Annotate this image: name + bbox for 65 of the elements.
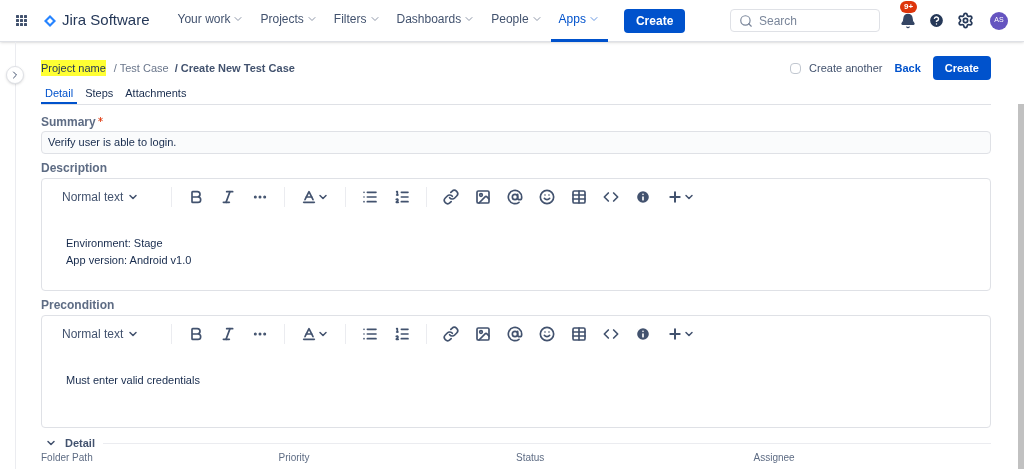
field-label: Assignee	[753, 452, 796, 464]
app-switcher-icon[interactable]	[16, 14, 28, 27]
scrollbar[interactable]	[1018, 104, 1024, 469]
nav-menu-item[interactable]: People	[483, 0, 551, 42]
create-button[interactable]: Create	[932, 56, 991, 80]
field-label: Priority	[278, 452, 311, 464]
tab[interactable]: Attachments	[121, 84, 191, 104]
insert-icon[interactable]	[667, 326, 696, 342]
project-name[interactable]: Project name	[41, 59, 106, 77]
nav-menu-item[interactable]: Apps	[550, 0, 608, 42]
text-style-dropdown[interactable]: Normal text	[62, 325, 156, 343]
rich-text-editor[interactable]: Normal text Environment: Stage App version: Android v1.0	[41, 178, 991, 291]
info-icon[interactable]	[635, 326, 652, 342]
field-label: Summary	[41, 115, 96, 129]
bullet-list-icon[interactable]	[362, 189, 379, 205]
product-name[interactable]: Jira Software	[62, 9, 150, 32]
search-field[interactable]: Search	[730, 9, 880, 32]
nav-menu-item[interactable]: Your work	[169, 0, 253, 42]
back-link[interactable]: Back	[894, 59, 921, 77]
editor-text: Environment: Stage	[66, 236, 164, 251]
nav-menu-item[interactable]: Projects	[252, 0, 326, 42]
numbered-list-icon[interactable]	[394, 189, 411, 205]
tab[interactable]: Detail	[41, 84, 78, 104]
breadcrumb-item: / Create New Test Case	[174, 60, 295, 76]
notification-icon[interactable]	[900, 12, 916, 29]
code-icon[interactable]	[603, 189, 620, 205]
editor-text: Must enter valid credentials	[66, 373, 201, 388]
link-icon[interactable]	[443, 189, 460, 205]
nav-menu-item[interactable]: Filters	[325, 0, 389, 42]
text-color-icon[interactable]	[301, 326, 330, 342]
rich-text-editor[interactable]: Normal text Must enter valid credentials	[41, 315, 991, 428]
summary-input[interactable]: Verify user is able to login.	[41, 131, 991, 154]
field-label: Precondition	[41, 297, 116, 313]
bullet-list-icon[interactable]	[362, 326, 379, 342]
text-color-icon[interactable]	[301, 189, 330, 205]
emoji-icon[interactable]	[539, 326, 556, 342]
field-label: Status	[516, 452, 546, 464]
settings-icon[interactable]	[957, 12, 974, 29]
table-icon[interactable]	[571, 189, 588, 205]
tab[interactable]: Steps	[81, 84, 118, 104]
search-icon	[739, 13, 753, 28]
emoji-icon[interactable]	[539, 189, 556, 205]
image-icon[interactable]	[475, 189, 492, 205]
text-style-dropdown[interactable]: Normal text	[62, 188, 156, 206]
logo-icon	[44, 14, 56, 27]
code-icon[interactable]	[603, 326, 620, 342]
notification-badge: 9+	[900, 0, 918, 13]
numbered-list-icon[interactable]	[394, 326, 411, 342]
help-icon[interactable]	[928, 12, 945, 29]
create-button[interactable]: Create	[623, 8, 686, 33]
section-title[interactable]: Detail	[65, 434, 95, 452]
create-another-checkbox[interactable]	[790, 62, 802, 74]
image-icon[interactable]	[475, 326, 492, 342]
nav-menu-item[interactable]: Dashboards	[388, 0, 484, 42]
mention-icon[interactable]	[507, 326, 524, 342]
info-icon[interactable]	[635, 189, 652, 205]
breadcrumb-item[interactable]: / Test Case	[113, 59, 169, 77]
link-icon[interactable]	[443, 326, 460, 342]
field-label: Description	[41, 160, 108, 176]
table-icon[interactable]	[571, 326, 588, 342]
field-label: Folder Path	[41, 452, 94, 464]
mention-icon[interactable]	[507, 189, 524, 205]
insert-icon[interactable]	[667, 189, 696, 205]
checkbox-label: Create another	[809, 60, 883, 76]
editor-text: App version: Android v1.0	[66, 253, 193, 268]
